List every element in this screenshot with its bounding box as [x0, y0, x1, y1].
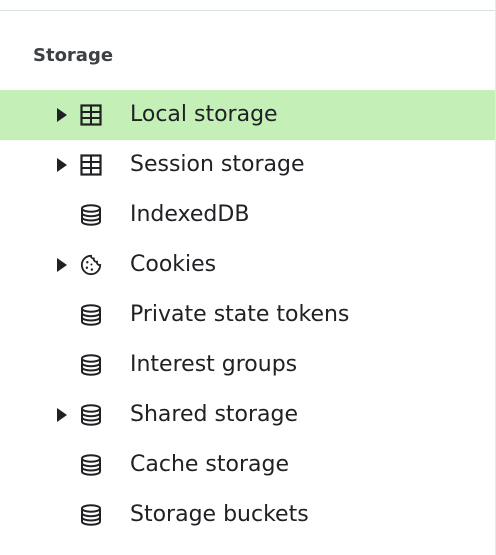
tree-item-private-state-tokens[interactable]: Private state tokens: [0, 290, 495, 340]
top-divider: [0, 10, 496, 11]
tree-item-label: Local storage: [130, 102, 278, 127]
table-icon: [80, 154, 102, 176]
expand-arrow-icon[interactable]: [57, 108, 67, 122]
tree-item-label: Interest groups: [130, 352, 298, 377]
tree-item-indexeddb[interactable]: IndexedDB: [0, 190, 495, 240]
tree-item-storage-buckets[interactable]: Storage buckets: [0, 490, 495, 540]
database-icon: [80, 204, 102, 226]
database-icon: [80, 354, 102, 376]
expand-arrow-icon[interactable]: [57, 408, 67, 422]
storage-section-title: Storage: [33, 45, 114, 66]
database-icon: [80, 304, 102, 326]
tree-item-cookies[interactable]: Cookies: [0, 240, 495, 290]
tree-item-shared-storage[interactable]: Shared storage: [0, 390, 495, 440]
tree-item-label: Storage buckets: [130, 502, 309, 527]
tree-item-interest-groups[interactable]: Interest groups: [0, 340, 495, 390]
table-icon: [80, 104, 102, 126]
database-icon: [80, 454, 102, 476]
tree-item-label: Private state tokens: [130, 302, 350, 327]
tree-item-label: Cookies: [130, 252, 217, 277]
tree-item-cache-storage[interactable]: Cache storage: [0, 440, 495, 490]
tree-item-local-storage[interactable]: Local storage: [0, 90, 495, 140]
expand-arrow-icon[interactable]: [57, 158, 67, 172]
expand-arrow-icon[interactable]: [57, 258, 67, 272]
storage-tree: Local storage Session storage IndexedDB: [0, 90, 495, 540]
tree-item-label: Session storage: [130, 152, 305, 177]
tree-item-label: Cache storage: [130, 452, 289, 477]
tree-item-session-storage[interactable]: Session storage: [0, 140, 495, 190]
database-icon: [80, 504, 102, 526]
tree-item-label: IndexedDB: [130, 202, 250, 227]
cookie-icon: [80, 254, 102, 276]
tree-item-label: Shared storage: [130, 402, 299, 427]
database-icon: [80, 404, 102, 426]
